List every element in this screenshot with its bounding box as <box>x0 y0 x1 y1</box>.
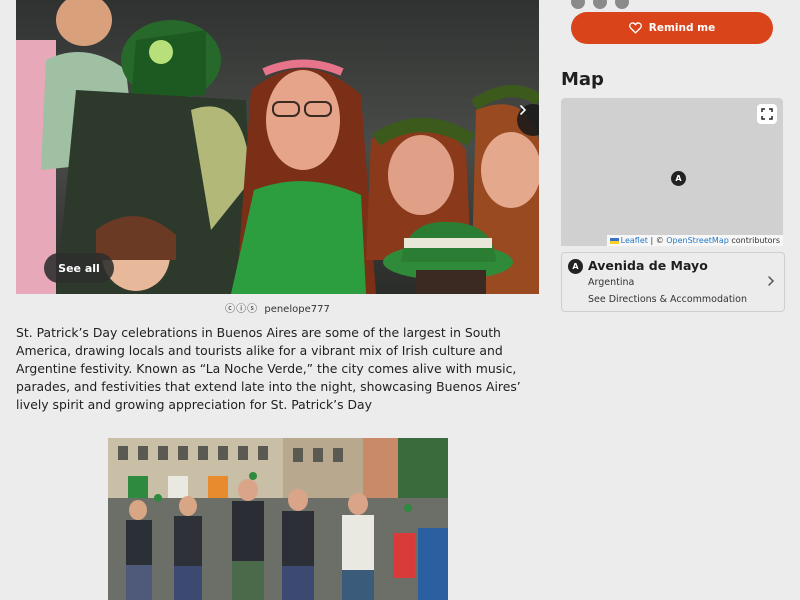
location-marker-a: A <box>568 259 583 274</box>
location-card[interactable]: A Avenida de Mayo Argentina See Directio… <box>561 252 785 312</box>
parade-photo[interactable] <box>108 438 448 600</box>
map-view[interactable]: A Leaflet | © OpenStreetMap contributors <box>561 98 783 246</box>
map-attribution: Leaflet | © OpenStreetMap contributors <box>606 235 783 246</box>
creative-commons-icon: ⓒⓘⓢ <box>225 304 259 315</box>
parade-photo-image <box>108 438 448 600</box>
hero-photo-image <box>16 0 539 294</box>
chevron-right-icon <box>768 276 775 286</box>
location-name: Avenida de Mayo <box>588 258 708 273</box>
directions-link[interactable]: See Directions & Accommodation <box>588 294 747 305</box>
remind-me-button[interactable]: Remind me <box>571 12 773 44</box>
map-marker-a[interactable]: A <box>671 171 686 186</box>
fullscreen-button[interactable] <box>757 104 777 124</box>
ukraine-flag-icon <box>609 237 619 244</box>
location-country: Argentina <box>588 277 635 288</box>
photo-author[interactable]: penelope777 <box>264 304 329 315</box>
chevron-right-icon <box>520 105 527 115</box>
attribution-separator: | © <box>647 236 667 245</box>
fullscreen-icon <box>761 108 773 120</box>
openstreetmap-link[interactable]: OpenStreetMap <box>666 236 729 245</box>
share-icon[interactable] <box>593 0 607 9</box>
see-all-button[interactable]: See all <box>44 253 114 283</box>
share-icon[interactable] <box>571 0 585 9</box>
attribution-suffix: contributors <box>728 236 780 245</box>
remind-me-label: Remind me <box>648 22 716 34</box>
leaflet-link[interactable]: Leaflet <box>621 236 648 245</box>
heart-icon <box>628 22 642 34</box>
article-paragraph: St. Patrick’s Day celebrations in Buenos… <box>16 325 521 412</box>
photo-credit: ⓒⓘⓢ penelope777 <box>16 300 539 315</box>
hero-photo[interactable]: See all <box>16 0 539 294</box>
map-heading: Map <box>561 69 604 90</box>
share-icon[interactable] <box>615 0 629 9</box>
